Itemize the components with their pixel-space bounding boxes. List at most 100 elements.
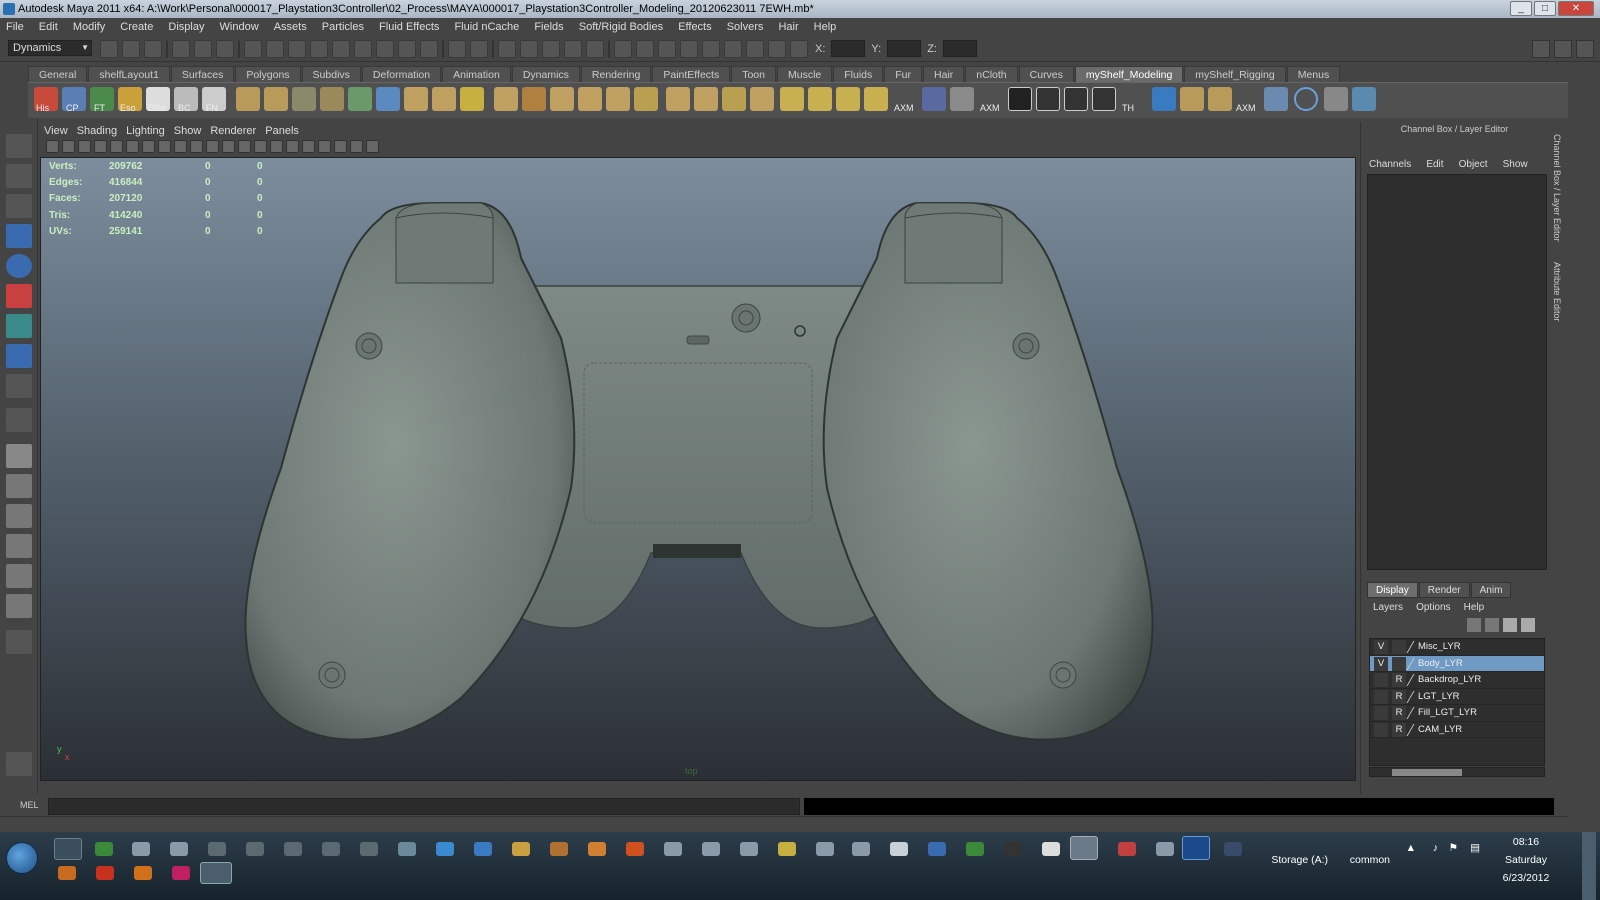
poly-tool-icon[interactable] bbox=[750, 87, 774, 111]
render-settings-icon[interactable] bbox=[564, 40, 582, 58]
word-icon[interactable] bbox=[928, 842, 946, 856]
poly-tool-icon[interactable] bbox=[292, 87, 316, 111]
taskbar-app-icon[interactable] bbox=[512, 842, 530, 856]
ipr-render-icon[interactable] bbox=[542, 40, 560, 58]
camera-attributes-icon[interactable] bbox=[62, 140, 75, 153]
shelf-tab-muscle[interactable]: Muscle bbox=[776, 66, 833, 82]
poly-tool-icon[interactable] bbox=[694, 87, 718, 111]
layers-menu[interactable]: Layers bbox=[1373, 602, 1403, 613]
hypershade-icon[interactable] bbox=[586, 40, 604, 58]
shadows-icon[interactable] bbox=[302, 140, 315, 153]
rename-icon[interactable] bbox=[658, 40, 676, 58]
shelf-tab-dynamics[interactable]: Dynamics bbox=[511, 66, 580, 82]
menu-solvers[interactable]: Solvers bbox=[721, 18, 770, 36]
safe-action-icon[interactable] bbox=[190, 140, 203, 153]
taskbar-app-icon[interactable] bbox=[852, 842, 870, 856]
taskbar-app-icon[interactable] bbox=[890, 842, 908, 856]
graph-layout-icon[interactable] bbox=[6, 534, 32, 558]
shelf-tool-icon[interactable] bbox=[1152, 87, 1176, 111]
taskbar-app-icon[interactable] bbox=[284, 842, 302, 856]
rotate-icon[interactable] bbox=[768, 40, 786, 58]
object-menu[interactable]: Object bbox=[1459, 159, 1488, 170]
gate-mask-icon[interactable] bbox=[158, 140, 171, 153]
poly-sphere-icon[interactable] bbox=[780, 87, 804, 111]
four-view-layout-icon[interactable] bbox=[6, 474, 32, 498]
explorer-taskbar-icon[interactable] bbox=[200, 862, 232, 884]
taskbar-app-icon[interactable] bbox=[1118, 842, 1136, 856]
last-tool-icon[interactable] bbox=[6, 374, 32, 398]
bookmark-icon[interactable] bbox=[78, 140, 91, 153]
poly-tool-icon[interactable] bbox=[494, 87, 518, 111]
poly-tool-icon[interactable] bbox=[666, 87, 690, 111]
select-component-icon[interactable] bbox=[216, 40, 234, 58]
curve-snap-icon[interactable] bbox=[376, 40, 394, 58]
taskbar-app-icon[interactable] bbox=[550, 842, 568, 856]
custom-layout-icon[interactable] bbox=[6, 594, 32, 618]
y-field[interactable] bbox=[887, 40, 922, 57]
image-plane-icon[interactable] bbox=[94, 140, 107, 153]
field-chart-icon[interactable] bbox=[174, 140, 187, 153]
layer-visibility[interactable] bbox=[1374, 689, 1388, 704]
layer-list-scrollbar[interactable] bbox=[1369, 767, 1545, 777]
menu-soft-rigid-bodies[interactable]: Soft/Rigid Bodies bbox=[573, 18, 669, 36]
open-scene-icon[interactable] bbox=[122, 40, 140, 58]
mel-label[interactable]: MEL bbox=[20, 800, 39, 810]
safe-title-icon[interactable] bbox=[206, 140, 219, 153]
layer-type[interactable]: R bbox=[1392, 706, 1406, 720]
shelf-tab-general[interactable]: General bbox=[28, 66, 88, 82]
taskbar-app-icon[interactable] bbox=[702, 842, 720, 856]
new-layer-icon[interactable] bbox=[1503, 618, 1517, 632]
lasso-tool-icon[interactable] bbox=[6, 164, 32, 188]
menu-edit[interactable]: Edit bbox=[33, 18, 64, 36]
menu-file[interactable]: File bbox=[0, 18, 30, 36]
scrollbar-thumb[interactable] bbox=[1392, 769, 1462, 776]
poly-tool-icon[interactable] bbox=[404, 87, 428, 111]
menu-assets[interactable]: Assets bbox=[268, 18, 313, 36]
outliner-layout-icon[interactable] bbox=[6, 504, 32, 528]
sculpt-tool-icon[interactable] bbox=[6, 752, 32, 776]
taskbar-app-icon[interactable] bbox=[816, 842, 834, 856]
new-scene-icon[interactable] bbox=[100, 40, 118, 58]
storage-toolbar[interactable]: Storage (A:) bbox=[1271, 854, 1328, 866]
channel-box-area[interactable] bbox=[1367, 174, 1547, 570]
render-current-icon[interactable] bbox=[520, 40, 538, 58]
shelf-tab-deformation[interactable]: Deformation bbox=[361, 66, 442, 82]
chevron-up-icon[interactable]: ▲ bbox=[1406, 842, 1416, 854]
options-menu[interactable]: Options bbox=[1416, 602, 1450, 613]
panel-menu-view[interactable]: View bbox=[44, 122, 68, 140]
checker-icon[interactable] bbox=[1064, 87, 1088, 111]
panel-menu-shading[interactable]: Shading bbox=[77, 122, 117, 140]
show-desktop-button[interactable] bbox=[1582, 832, 1596, 900]
poly-tool-icon[interactable] bbox=[522, 87, 546, 111]
shelf-tab-myshelf-modeling[interactable]: myShelf_Modeling bbox=[1074, 66, 1184, 82]
shelf-tab-rendering[interactable]: Rendering bbox=[580, 66, 652, 82]
grid-icon[interactable] bbox=[110, 140, 123, 153]
taskbar-app-icon[interactable] bbox=[58, 866, 76, 880]
poly-tool-icon[interactable] bbox=[460, 87, 484, 111]
taskbar-app-icon[interactable] bbox=[1156, 842, 1174, 856]
mask-icon[interactable] bbox=[244, 40, 262, 58]
shelf-tab-menus[interactable]: Menus bbox=[1286, 66, 1341, 82]
layer-type[interactable]: R bbox=[1392, 673, 1406, 687]
poly-tool-icon[interactable] bbox=[722, 87, 746, 111]
menu-particles[interactable]: Particles bbox=[316, 18, 370, 36]
taskbar-app-icon[interactable] bbox=[778, 842, 796, 856]
taskbar-app-icon[interactable] bbox=[170, 842, 188, 856]
shelf-tab-toon[interactable]: Toon bbox=[731, 66, 776, 82]
single-view-layout-icon[interactable] bbox=[6, 444, 32, 468]
panel-menu-show[interactable]: Show bbox=[174, 122, 202, 140]
rotate-tool-icon[interactable] bbox=[6, 254, 32, 278]
layer-visibility[interactable]: V bbox=[1374, 656, 1388, 671]
poly-tool-icon[interactable] bbox=[348, 87, 372, 111]
shelf-tab-fur[interactable]: Fur bbox=[884, 66, 923, 82]
scale-icon[interactable] bbox=[790, 40, 808, 58]
shelf-tool-icon[interactable] bbox=[1208, 87, 1232, 111]
menu-window[interactable]: Window bbox=[214, 18, 265, 36]
taskbar-app-icon[interactable] bbox=[246, 842, 264, 856]
tab-anim[interactable]: Anim bbox=[1470, 582, 1512, 598]
select-object-icon[interactable] bbox=[194, 40, 212, 58]
tab-render[interactable]: Render bbox=[1418, 582, 1470, 598]
use-all-lights-icon[interactable] bbox=[286, 140, 299, 153]
start-button[interactable] bbox=[6, 842, 38, 874]
layer-type[interactable]: R bbox=[1392, 689, 1406, 704]
